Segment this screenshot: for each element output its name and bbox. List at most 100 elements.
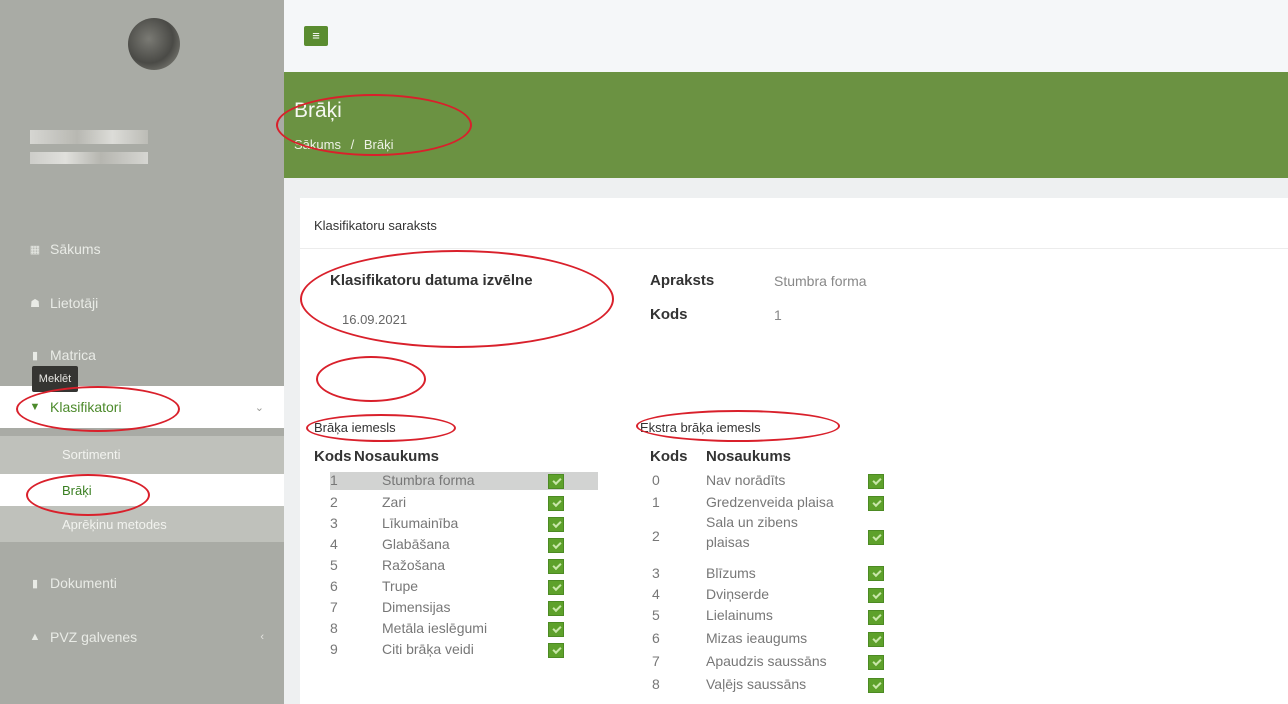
table-row[interactable]: 3 Līkumainība <box>330 515 550 533</box>
select-checkbox-icon[interactable] <box>548 517 564 532</box>
table-row[interactable]: 6 Mizas ieaugums <box>652 630 862 648</box>
sidebar-item-label: Lietotāji <box>50 295 99 311</box>
row-code: 7 <box>330 599 338 615</box>
select-checkbox-icon[interactable] <box>868 566 884 581</box>
code-label: Kods <box>650 306 688 323</box>
row-code: 5 <box>652 607 660 623</box>
table-row[interactable]: 1 Gredzenveida plaisa <box>652 494 862 512</box>
sidebar-item-label: Matrica <box>50 347 96 363</box>
row-name: Blīzums <box>706 565 756 581</box>
row-name: Apaudzis saussāns <box>706 653 827 669</box>
submenu-item-label: Aprēķinu metodes <box>62 516 167 532</box>
row-name: Līkumainība <box>382 515 459 531</box>
row-code: 3 <box>330 515 338 531</box>
row-code: 4 <box>652 586 660 602</box>
chevron-down-icon: ⌄ <box>254 401 264 414</box>
row-code: 6 <box>330 578 338 594</box>
row-name: Vaļējs saussāns <box>706 676 807 692</box>
brakis-col-code: Kods <box>314 448 352 465</box>
row-code: 2 <box>652 528 660 544</box>
menu-toggle-button[interactable]: ≡ <box>304 26 328 46</box>
row-name: Ražošana <box>382 557 446 573</box>
row-name: Zari <box>382 494 407 510</box>
date-input[interactable]: 16.09.2021 <box>342 312 407 327</box>
select-checkbox-icon[interactable] <box>548 559 564 574</box>
sidebar-item-label: Dokumenti <box>50 575 117 591</box>
car-icon: ▲ <box>29 631 41 643</box>
select-checkbox-icon[interactable] <box>548 580 564 595</box>
table-row[interactable]: 2 Zari <box>330 494 550 512</box>
submenu-item-braki[interactable]: Brāķi <box>0 474 284 506</box>
select-checkbox-icon[interactable] <box>868 474 884 489</box>
sidebar-item-lietotaji[interactable]: ☗ Lietotāji <box>0 282 284 324</box>
sidebar-item-klasifikatori[interactable]: ▼ Klasifikatori ⌄ <box>0 386 284 428</box>
select-checkbox-icon[interactable] <box>868 678 884 693</box>
row-name: Dimensijas <box>382 599 451 615</box>
select-checkbox-icon[interactable] <box>548 643 564 658</box>
row-name: Lielainums <box>706 607 773 623</box>
row-name: Dviņserde <box>706 586 770 602</box>
select-checkbox-icon[interactable] <box>548 622 564 637</box>
table-row[interactable]: 7 Apaudzis saussāns <box>652 653 862 671</box>
row-name: Mizas ieaugums <box>706 630 808 646</box>
search-button[interactable]: Meklēt <box>32 366 78 392</box>
sidebar-item-dokumenti[interactable]: ▮ Dokumenti <box>0 562 284 604</box>
sidebar-item-sakums[interactable]: ▦ Sākums <box>0 228 284 270</box>
select-checkbox-icon[interactable] <box>868 610 884 625</box>
select-checkbox-icon[interactable] <box>548 474 564 489</box>
select-checkbox-icon[interactable] <box>548 538 564 553</box>
breadcrumb: Sākums / Brāķi <box>294 137 393 152</box>
table-row[interactable]: 8 Metāla ieslēgumi <box>330 620 550 638</box>
breadcrumb-current: Brāķi <box>363 137 394 152</box>
select-checkbox-icon[interactable] <box>868 530 884 545</box>
sidebar-item-label: PVZ galvenes <box>50 629 138 645</box>
table-row[interactable]: 9 Citi brāķa veidi <box>330 641 550 659</box>
row-name: plaisas <box>706 534 750 550</box>
table-row[interactable]: 7 Dimensijas <box>330 599 550 617</box>
redacted-text <box>30 152 148 164</box>
submenu-item-label: Brāķi <box>62 482 92 498</box>
breadcrumb-home-link[interactable]: Sākums <box>294 137 341 152</box>
table-row[interactable]: 8 Vaļējs saussāns <box>652 676 862 694</box>
chevron-left-icon: ‹ <box>260 631 264 643</box>
select-checkbox-icon[interactable] <box>868 588 884 603</box>
description-value: Stumbra forma <box>774 273 867 289</box>
select-checkbox-icon[interactable] <box>548 601 564 616</box>
submenu-item-aprekinu-metodes[interactable]: Aprēķinu metodes <box>0 508 284 540</box>
row-name: Citi brāķa veidi <box>382 641 474 657</box>
row-name: Gredzenveida plaisa <box>706 494 834 510</box>
row-code: 5 <box>330 557 338 573</box>
sidebar-item-label: Sākums <box>50 241 101 257</box>
select-checkbox-icon[interactable] <box>868 655 884 670</box>
dashboard-icon: ▦ <box>29 243 41 256</box>
table-row[interactable]: 4 Dviņserde <box>652 586 862 604</box>
row-code: 9 <box>330 641 338 657</box>
users-icon: ☗ <box>30 297 40 310</box>
card-title: Klasifikatoru saraksts <box>314 218 437 233</box>
sidebar: ▦ Sākums ☗ Lietotāji ▮ Matrica ▼ Klasifi… <box>0 0 284 704</box>
table-row[interactable]: 3 Blīzums <box>652 565 862 583</box>
table-row[interactable]: 6 Trupe <box>330 578 550 596</box>
sidebar-item-pvz-galvenes[interactable]: ▲ PVZ galvenes ‹ <box>0 616 284 658</box>
page-header: Brāķi Sākums / Brāķi <box>284 72 1288 178</box>
row-name: Metāla ieslēgumi <box>382 620 488 636</box>
filter-icon: ▼ <box>29 401 41 413</box>
row-code: 0 <box>652 472 660 488</box>
description-label: Apraksts <box>650 272 715 289</box>
table-row[interactable]: 5 Ražošana <box>330 557 550 575</box>
file-icon: ▮ <box>31 577 39 590</box>
select-checkbox-icon[interactable] <box>868 496 884 511</box>
row-code: 7 <box>652 653 660 669</box>
code-value: 1 <box>774 307 782 323</box>
table-row[interactable]: 4 Glabāšana <box>330 536 550 554</box>
submenu-item-sortimenti[interactable]: Sortimenti <box>0 438 284 470</box>
table-row[interactable]: 2 Sala un zibens plaisas <box>652 514 862 550</box>
logo <box>128 18 180 82</box>
table-row[interactable]: 0 Nav norādīts <box>652 472 862 490</box>
extra-col-name: Nosaukums <box>706 448 792 465</box>
table-row[interactable]: 5 Lielainums <box>652 607 862 625</box>
select-checkbox-icon[interactable] <box>868 632 884 647</box>
row-code: 1 <box>330 472 338 488</box>
select-checkbox-icon[interactable] <box>548 496 564 511</box>
row-name: Stumbra forma <box>382 472 475 488</box>
